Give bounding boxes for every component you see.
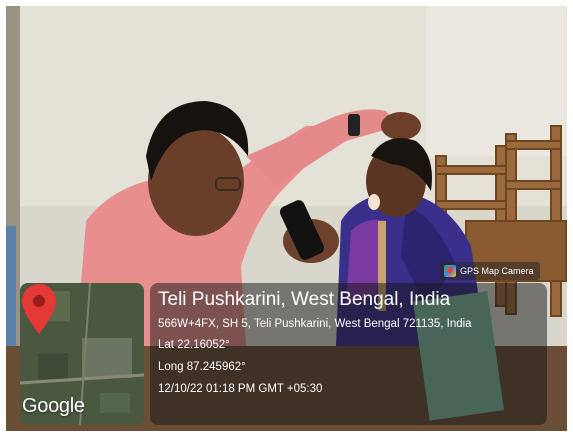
screenshot-frame: GPS Map Camera Google Teli Pushkarini, W… xyxy=(0,0,573,437)
location-title: Teli Pushkarini, West Bengal, India xyxy=(158,289,451,310)
map-thumbnail: Google xyxy=(20,283,144,425)
location-timestamp: 12/10/22 01:18 PM GMT +05:30 xyxy=(158,383,323,395)
google-logo: Google xyxy=(22,395,85,417)
location-info-box: Teli Pushkarini, West Bengal, India 566W… xyxy=(150,283,547,425)
location-pin-icon xyxy=(22,284,56,334)
gps-map-camera-label: GPS Map Camera xyxy=(460,266,534,276)
location-longitude: Long 87.245962° xyxy=(158,361,246,373)
location-address: 566W+4FX, SH 5, Teli Pushkarini, West Be… xyxy=(158,318,472,330)
gps-map-camera-badge: GPS Map Camera xyxy=(440,262,540,280)
gps-map-camera-icon xyxy=(444,265,456,277)
location-stamp: Google Teli Pushkarini, West Bengal, Ind… xyxy=(20,283,547,428)
location-latitude: Lat 22.16052° xyxy=(158,339,230,351)
